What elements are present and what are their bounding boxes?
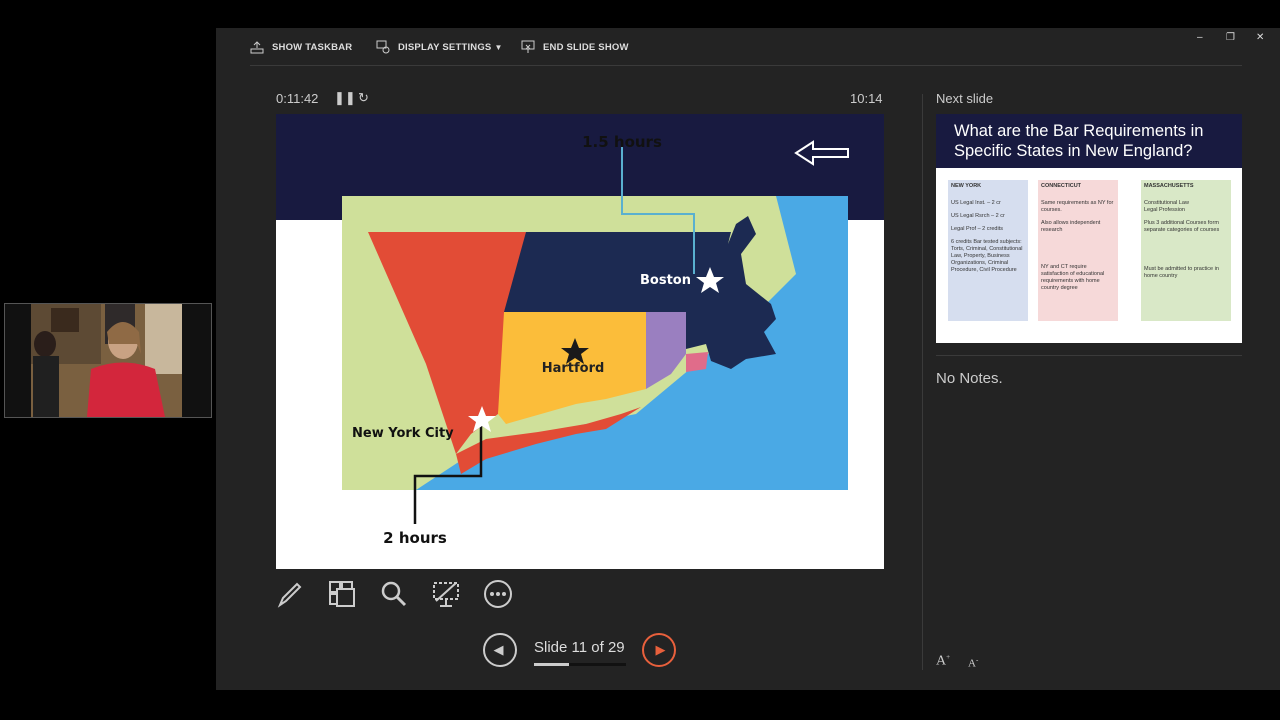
close-icon[interactable]: ✕ <box>1256 32 1264 43</box>
ct-column: CONNECTICUT Same requirements as NY for … <box>1038 180 1118 321</box>
current-slide: 1.5 hours Boston Hartford New York City … <box>276 114 884 569</box>
next-slide-preview[interactable]: What are the Bar Requirements in Specifi… <box>936 114 1242 343</box>
back-arrow-icon <box>794 140 849 166</box>
ct-heading: CONNECTICUT <box>1041 183 1082 189</box>
ny-heading: NEW YORK <box>951 183 982 189</box>
speaker-notes: No Notes. <box>936 370 1003 387</box>
nyc-label: New York City <box>352 426 454 441</box>
caret-down-icon: ▼ <box>494 42 503 52</box>
ma-line-2: Legal Profession <box>1144 207 1185 213</box>
ny-column: NEW YORK US Legal Inst. – 2 cr US Legal … <box>948 180 1028 321</box>
zoom-button[interactable] <box>377 577 411 611</box>
next-slide-button[interactable]: ▶ <box>642 633 676 667</box>
screen-off-icon <box>433 582 459 607</box>
increase-font-icon[interactable]: A+ <box>936 653 950 670</box>
end-show-icon <box>521 40 535 53</box>
display-settings-button[interactable]: DISPLAY SETTINGS ▼ <box>376 40 503 54</box>
decrease-font-icon[interactable]: A- <box>968 656 978 670</box>
notes-divider <box>936 355 1242 356</box>
presenter-view: SHOW TASKBAR DISPLAY SETTINGS ▼ END SLID… <box>216 28 1280 690</box>
new-england-map: 1.5 hours Boston Hartford New York City … <box>342 133 849 547</box>
next-slide-title: What are the Bar Requirements in Specifi… <box>936 114 1242 168</box>
display-settings-label: DISPLAY SETTINGS <box>398 41 492 53</box>
slide-progress-fill <box>534 663 569 666</box>
triangle-right-icon: ▶ <box>655 642 666 657</box>
ny-line-2: US Legal Rsrch – 2 cr <box>951 213 1005 219</box>
grid-icon <box>329 581 355 607</box>
show-taskbar-button[interactable]: SHOW TASKBAR <box>250 40 352 54</box>
next-slide-label: Next slide <box>936 91 994 106</box>
display-settings-icon <box>376 40 390 54</box>
pen-tool-button[interactable] <box>273 577 307 611</box>
ma-line-4: Must be admitted to practice in home cou… <box>1144 266 1219 279</box>
taskbar-icon <box>250 41 264 54</box>
boston-label: Boston <box>640 273 691 288</box>
pen-icon <box>277 582 302 608</box>
ny-line-1: US Legal Inst. – 2 cr <box>951 200 1001 206</box>
ma-heading: MASSACHUSETTS <box>1144 183 1194 189</box>
pane-divider <box>922 94 923 670</box>
end-slide-show-button[interactable]: END SLIDE SHOW <box>521 40 629 54</box>
ny-line-3: Legal Prof – 2 credits <box>951 226 1003 232</box>
more-options-button[interactable] <box>481 577 515 611</box>
magnifier-icon <box>381 581 407 607</box>
ellipsis-icon <box>484 580 512 608</box>
ct-line-3: NY and CT require satisfaction of educat… <box>1041 264 1105 291</box>
end-slide-show-label: END SLIDE SHOW <box>543 41 629 53</box>
hartford-label: Hartford <box>542 361 605 376</box>
top-travel-label: 1.5 hours <box>582 133 662 151</box>
slide-counter: Slide 11 of 29 <box>534 639 625 656</box>
slide-progress <box>534 663 626 666</box>
minimize-icon[interactable]: – <box>1197 32 1203 43</box>
previous-slide-button[interactable]: ◀ <box>483 633 517 667</box>
ma-line-3: Plus 3 additional Courses form separate … <box>1144 220 1220 233</box>
bottom-travel-label: 2 hours <box>383 529 447 547</box>
ny-line-4: 6 credits Bar tested subjects: Torts, Cr… <box>951 239 1023 273</box>
triangle-left-icon: ◀ <box>493 642 504 657</box>
show-taskbar-label: SHOW TASKBAR <box>272 41 353 53</box>
see-all-slides-button[interactable] <box>325 577 359 611</box>
restore-icon[interactable]: ❐ <box>1226 32 1235 43</box>
ma-column: MASSACHUSETTS Constitutional Law Legal P… <box>1141 180 1231 321</box>
black-screen-button[interactable] <box>429 577 463 611</box>
ma-line-1: Constitutional Law <box>1144 200 1189 206</box>
current-time: 10:14 <box>850 91 883 106</box>
elapsed-timer: 0:11:42 <box>276 91 319 106</box>
restart-icon[interactable]: ↻ <box>358 90 369 106</box>
toolbar-divider <box>250 65 1242 66</box>
ct-line-1: Same requirements as NY for courses. <box>1041 200 1114 213</box>
top-toolbar: SHOW TASKBAR DISPLAY SETTINGS ▼ END SLID… <box>216 28 1280 66</box>
ct-line-2: Also allows independent research <box>1041 220 1101 233</box>
pause-icon[interactable]: ❚❚ <box>334 90 356 106</box>
webcam-video <box>4 303 212 418</box>
